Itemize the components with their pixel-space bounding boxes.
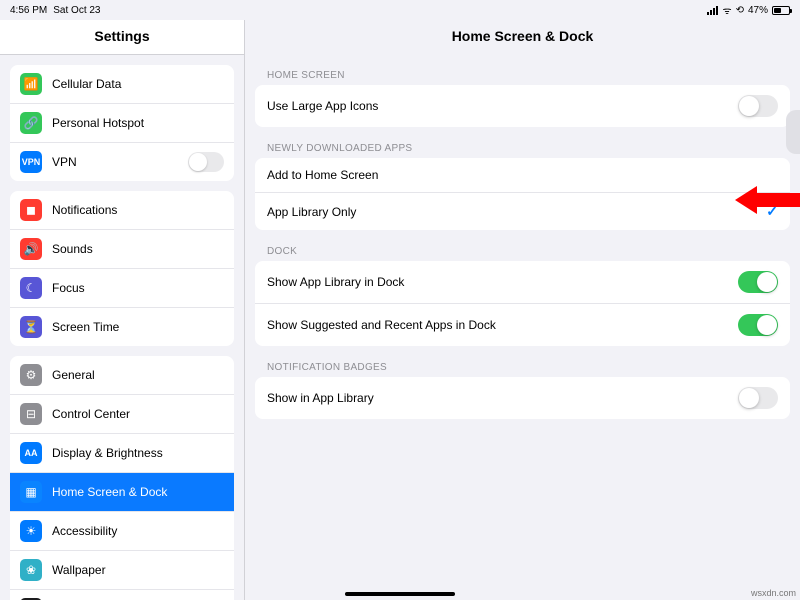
sidebar-item-siri-search[interactable]: ●Siri & Search [10,589,234,600]
sidebar-title: Settings [0,20,244,55]
section-header-newly-downloaded: Newly Downloaded Apps [245,127,800,158]
sidebar-item-wallpaper[interactable]: ❀ Wallpaper [10,550,234,589]
sidebar-group-general: ⚙ General ⊟ Control Center AA Display & Brigh… [10,356,234,600]
panel-newly-downloaded: Add to Home Screen App Library Only✓ [255,158,790,230]
sidebar: Settings 📶 Cellular Data 🔗 Personal Hotspot… [0,20,245,600]
control-center-icon: ⊟ [20,403,42,425]
setting-label: Show Suggested and Recent Apps in Dock [267,318,738,332]
toggle[interactable] [738,387,778,409]
accessibility-icon: ☀ [20,520,42,542]
sidebar-item-label: Cellular Data [52,77,224,91]
sidebar-group-network: 📶 Cellular Data 🔗 Personal Hotspot VPN VPN [10,65,234,181]
main-title: Home Screen & Dock [245,20,800,54]
watermark: wsxdn.com [751,588,796,598]
side-pull-tab[interactable] [786,110,800,154]
section-header-dock: Dock [245,230,800,261]
battery-percent: 47% [748,5,768,16]
sidebar-item-label: VPN [52,155,188,169]
screen-time-icon: ⏳ [20,316,42,338]
annotation-arrow [735,186,800,214]
toggle[interactable] [738,271,778,293]
main-panel: Home Screen & Dock Home Screen Use Large… [245,20,800,600]
sidebar-item-personal-hotspot[interactable]: 🔗 Personal Hotspot [10,103,234,142]
sidebar-item-control-center[interactable]: ⊟ Control Center [10,394,234,433]
vpn-toggle[interactable] [188,152,224,172]
sidebar-item-label: Control Center [52,407,224,421]
wifi-icon: ᯤ [722,3,731,17]
toggle[interactable] [738,314,778,336]
sidebar-item-cellular-data[interactable]: 📶 Cellular Data [10,65,234,103]
status-bar: 4:56 PM Sat Oct 23 ᯤ ⟲ 47% [0,0,800,20]
setting-row-app-library-only[interactable]: App Library Only✓ [255,192,790,230]
setting-label: Use Large App Icons [267,99,738,113]
battery-icon [772,6,790,15]
toggle[interactable] [738,95,778,117]
general-icon: ⚙ [20,364,42,386]
sidebar-item-home-screen-dock[interactable]: ▦ Home Screen & Dock [10,472,234,511]
sidebar-item-label: Notifications [52,203,224,217]
signal-icon [707,6,718,15]
sidebar-item-label: Accessibility [52,524,224,538]
sidebar-item-label: Home Screen & Dock [52,485,224,499]
setting-row-add-to-home-screen[interactable]: Add to Home Screen [255,158,790,192]
setting-row-use-large-app-icons[interactable]: Use Large App Icons [255,85,790,127]
sidebar-item-notifications[interactable]: ◼ Notifications [10,191,234,229]
cellular-data-icon: 📶 [20,73,42,95]
sidebar-item-vpn[interactable]: VPN VPN [10,142,234,181]
focus-icon: ☾ [20,277,42,299]
sidebar-item-label: General [52,368,224,382]
sidebar-item-label: Screen Time [52,320,224,334]
panel-badges: Show in App Library [255,377,790,419]
sidebar-item-label: Display & Brightness [52,446,224,460]
sidebar-item-general[interactable]: ⚙ General [10,356,234,394]
panel-home-screen: Use Large App Icons [255,85,790,127]
setting-label: Show App Library in Dock [267,275,738,289]
setting-row-show-in-app-library[interactable]: Show in App Library [255,377,790,419]
panel-dock: Show App Library in Dock Show Suggested a… [255,261,790,346]
setting-label: Add to Home Screen [267,168,778,182]
sidebar-item-label: Personal Hotspot [52,116,224,130]
sidebar-item-accessibility[interactable]: ☀ Accessibility [10,511,234,550]
status-right: ᯤ ⟲ 47% [707,3,790,17]
sidebar-item-sounds[interactable]: 🔊 Sounds [10,229,234,268]
sidebar-item-label: Sounds [52,242,224,256]
setting-label: App Library Only [267,205,766,219]
setting-label: Show in App Library [267,391,738,405]
notifications-icon: ◼ [20,199,42,221]
home-screen-dock-icon: ▦ [20,481,42,503]
vpn-icon: VPN [20,151,42,173]
section-header-home-screen: Home Screen [245,54,800,85]
home-indicator[interactable] [345,592,455,596]
sounds-icon: 🔊 [20,238,42,260]
sidebar-group-alerts: ◼ Notifications 🔊 Sounds ☾ Focus ⏳ Screen Time [10,191,234,346]
personal-hotspot-icon: 🔗 [20,112,42,134]
sidebar-item-label: Focus [52,281,224,295]
sidebar-item-screen-time[interactable]: ⏳ Screen Time [10,307,234,346]
status-date: Sat Oct 23 [53,5,100,16]
wallpaper-icon: ❀ [20,559,42,581]
status-time: 4:56 PM [10,5,47,16]
section-header-badges: Notification Badges [245,346,800,377]
orientation-lock-icon: ⟲ [736,5,744,16]
sidebar-item-focus[interactable]: ☾ Focus [10,268,234,307]
setting-row-show-suggested-and-recent-apps-in-dock[interactable]: Show Suggested and Recent Apps in Dock [255,303,790,346]
display-brightness-icon: AA [20,442,42,464]
sidebar-item-label: Wallpaper [52,563,224,577]
setting-row-show-app-library-in-dock[interactable]: Show App Library in Dock [255,261,790,303]
sidebar-item-display-brightness[interactable]: AA Display & Brightness [10,433,234,472]
